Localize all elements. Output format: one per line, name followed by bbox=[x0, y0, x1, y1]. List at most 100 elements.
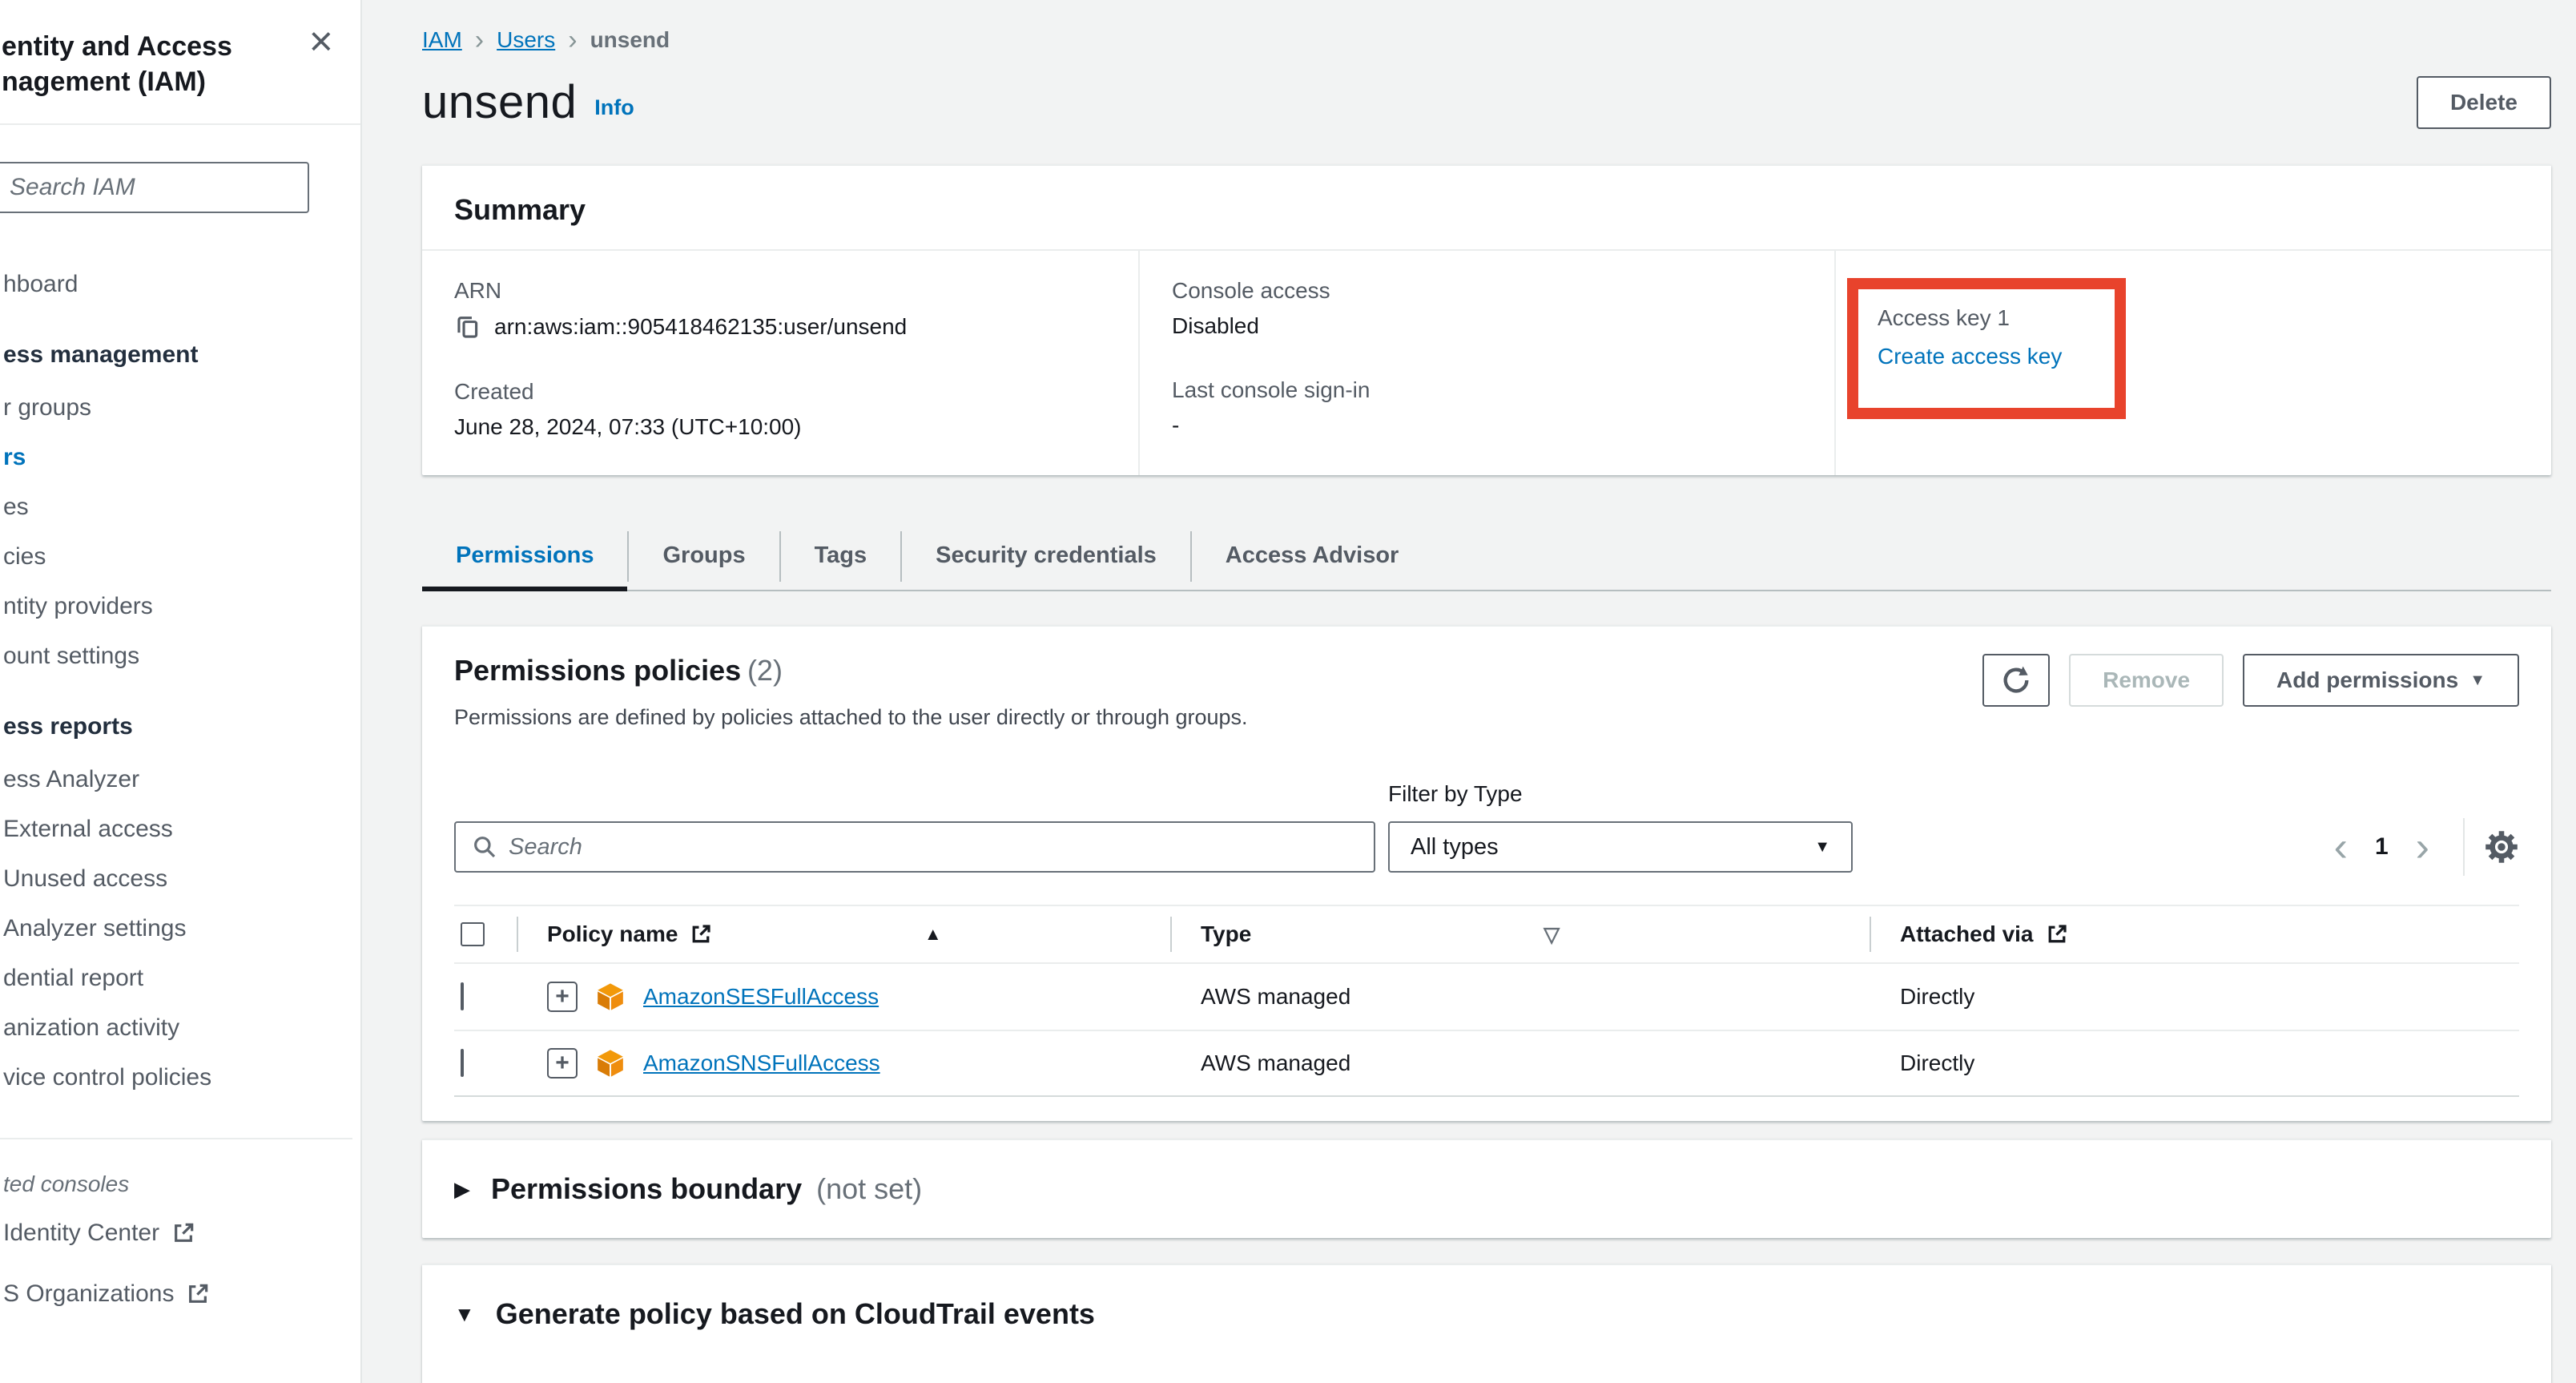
page-title: unsend bbox=[422, 75, 577, 129]
column-header-attached-via[interactable]: Attached via bbox=[1871, 906, 2519, 962]
policy-search-input[interactable] bbox=[509, 834, 1358, 861]
policy-type-cell: AWS managed bbox=[1172, 984, 1871, 1010]
access-key-label: Access key 1 bbox=[1878, 305, 2099, 331]
sidebar-item-label: S Organizations bbox=[3, 1280, 174, 1308]
sort-filter-icon[interactable]: ▽ bbox=[1544, 922, 1577, 947]
info-link[interactable]: Info bbox=[594, 95, 634, 120]
copy-icon[interactable] bbox=[454, 313, 481, 341]
attached-via-cell: Directly bbox=[1871, 984, 2519, 1010]
console-access-value: Disabled bbox=[1172, 313, 1834, 339]
column-header-type[interactable]: Type ▽ bbox=[1172, 906, 1871, 962]
external-link-icon bbox=[171, 1220, 196, 1246]
tab-groups[interactable]: Groups bbox=[629, 523, 779, 590]
table-row: + AmazonSESFullAccess AWS managed Direct… bbox=[454, 964, 2519, 1030]
sidebar-search bbox=[0, 125, 360, 221]
sidebar-item-external-access[interactable]: External access bbox=[0, 804, 360, 854]
tab-permissions[interactable]: Permissions bbox=[422, 523, 627, 590]
sidebar-item-roles[interactable]: es bbox=[0, 482, 360, 532]
policy-link[interactable]: AmazonSNSFullAccess bbox=[643, 1050, 880, 1076]
main-content: IAM › Users › unsend unsend Info Delete … bbox=[362, 0, 2576, 1383]
table-bottom-border bbox=[454, 1095, 2519, 1097]
sidebar-item-service-control-policies[interactable]: vice control policies bbox=[0, 1053, 360, 1103]
chevron-right-icon: ▶ bbox=[454, 1177, 470, 1202]
breadcrumb-link-users[interactable]: Users bbox=[497, 27, 555, 53]
row-checkbox[interactable] bbox=[461, 982, 464, 1010]
policies-table: Policy name ▲ Type ▽ Attached via bbox=[454, 905, 2519, 1097]
permissions-policies-card: Permissions policies (2) Permissions are… bbox=[422, 625, 2551, 1121]
summary-card: Summary ARN arn:aws:iam::905418462135:us… bbox=[422, 164, 2551, 475]
column-header-policy-name[interactable]: Policy name ▲ bbox=[518, 906, 1172, 962]
permissions-policies-title: Permissions policies bbox=[454, 654, 741, 687]
sidebar-item-credential-report[interactable]: dential report bbox=[0, 954, 360, 1003]
breadcrumb-current: unsend bbox=[590, 27, 670, 53]
breadcrumb-separator-icon: › bbox=[475, 29, 484, 51]
filter-by-type-label: Filter by Type bbox=[1388, 781, 1853, 807]
permissions-policies-description: Permissions are defined by policies atta… bbox=[454, 705, 1248, 730]
expand-row-button[interactable]: + bbox=[547, 1048, 578, 1079]
sidebar-title-line2: nagement (IAM) bbox=[2, 64, 360, 99]
type-filter-select[interactable]: All types ▼ bbox=[1388, 821, 1853, 873]
add-permissions-button[interactable]: Add permissions ▼ bbox=[2243, 654, 2519, 707]
policy-type-cell: AWS managed bbox=[1172, 1050, 1871, 1076]
sidebar-item-unused-access[interactable]: Unused access bbox=[0, 854, 360, 904]
sidebar-item-aws-organizations[interactable]: S Organizations bbox=[0, 1269, 360, 1319]
sidebar-item-analyzer-settings[interactable]: Analyzer settings bbox=[0, 904, 360, 954]
delete-button[interactable]: Delete bbox=[2417, 76, 2551, 129]
external-link-icon bbox=[2045, 922, 2069, 946]
sidebar: entity and Access nagement (IAM) × hboar… bbox=[0, 0, 362, 1383]
permissions-boundary-title: Permissions boundary bbox=[491, 1172, 802, 1206]
current-page-number[interactable]: 1 bbox=[2362, 833, 2401, 861]
sidebar-title: entity and Access nagement (IAM) bbox=[2, 29, 360, 99]
sidebar-item-user-groups[interactable]: r groups bbox=[0, 383, 360, 433]
previous-page-button[interactable]: ‹ bbox=[2320, 826, 2362, 868]
close-icon[interactable]: × bbox=[309, 21, 333, 62]
pagination: ‹ 1 › bbox=[2320, 821, 2519, 873]
sidebar-item-label: Identity Center bbox=[3, 1220, 159, 1247]
breadcrumb-link-iam[interactable]: IAM bbox=[422, 27, 462, 53]
breadcrumb: IAM › Users › unsend bbox=[422, 27, 2551, 53]
arn-value: arn:aws:iam::905418462135:user/unsend bbox=[494, 314, 907, 340]
sidebar-section-access-management: ess management bbox=[0, 330, 360, 380]
tab-tags[interactable]: Tags bbox=[781, 523, 901, 590]
chevron-down-icon: ▼ bbox=[2469, 672, 2485, 688]
permissions-boundary-section[interactable]: ▶ Permissions boundary (not set) bbox=[422, 1139, 2551, 1238]
table-header-row: Policy name ▲ Type ▽ Attached via bbox=[454, 905, 2519, 964]
arn-label: ARN bbox=[454, 278, 1138, 304]
policy-search-box[interactable] bbox=[454, 821, 1375, 873]
remove-button[interactable]: Remove bbox=[2069, 654, 2224, 707]
generate-policy-section[interactable]: ▼ Generate policy based on CloudTrail ev… bbox=[422, 1264, 2551, 1383]
search-iam-input[interactable] bbox=[0, 162, 309, 213]
summary-title: Summary bbox=[454, 193, 2519, 227]
pager-divider bbox=[2463, 818, 2465, 876]
policy-name-header-label: Policy name bbox=[547, 921, 678, 947]
managed-policy-icon bbox=[595, 982, 626, 1012]
sidebar-item-users[interactable]: rs bbox=[0, 433, 360, 482]
tab-access-advisor[interactable]: Access Advisor bbox=[1192, 523, 1433, 590]
permissions-boundary-status: (not set) bbox=[816, 1172, 922, 1206]
external-link-icon bbox=[185, 1281, 211, 1307]
sidebar-section-access-reports: ess reports bbox=[0, 702, 360, 752]
refresh-button[interactable] bbox=[1982, 654, 2050, 707]
sidebar-item-iam-identity-center[interactable]: Identity Center bbox=[0, 1208, 360, 1258]
expand-row-button[interactable]: + bbox=[547, 982, 578, 1012]
sidebar-item-organization-activity[interactable]: anization activity bbox=[0, 1003, 360, 1053]
iam-user-detail-page: entity and Access nagement (IAM) × hboar… bbox=[0, 0, 2576, 1383]
row-checkbox[interactable] bbox=[461, 1049, 464, 1077]
tab-security-credentials[interactable]: Security credentials bbox=[902, 523, 1190, 590]
sort-ascending-icon[interactable]: ▲ bbox=[924, 924, 960, 945]
create-access-key-link[interactable]: Create access key bbox=[1878, 344, 2062, 369]
next-page-button[interactable]: › bbox=[2401, 826, 2444, 868]
detail-tabs: Permissions Groups Tags Security credent… bbox=[422, 523, 2551, 591]
gear-icon[interactable] bbox=[2484, 829, 2519, 865]
policy-link[interactable]: AmazonSESFullAccess bbox=[643, 984, 879, 1010]
sidebar-item-identity-providers[interactable]: ntity providers bbox=[0, 582, 360, 631]
select-all-checkbox[interactable] bbox=[461, 922, 485, 946]
sidebar-item-policies[interactable]: cies bbox=[0, 532, 360, 582]
sidebar-item-dashboard[interactable]: hboard bbox=[0, 260, 360, 309]
chevron-down-icon: ▼ bbox=[454, 1302, 475, 1327]
sidebar-item-account-settings[interactable]: ount settings bbox=[0, 631, 360, 681]
sidebar-item-access-analyzer[interactable]: ess Analyzer bbox=[0, 755, 360, 804]
sidebar-related-consoles-header: ted consoles bbox=[0, 1171, 360, 1197]
attached-via-cell: Directly bbox=[1871, 1050, 2519, 1076]
annotation-highlight-box: Access key 1 Create access key bbox=[1847, 278, 2126, 419]
